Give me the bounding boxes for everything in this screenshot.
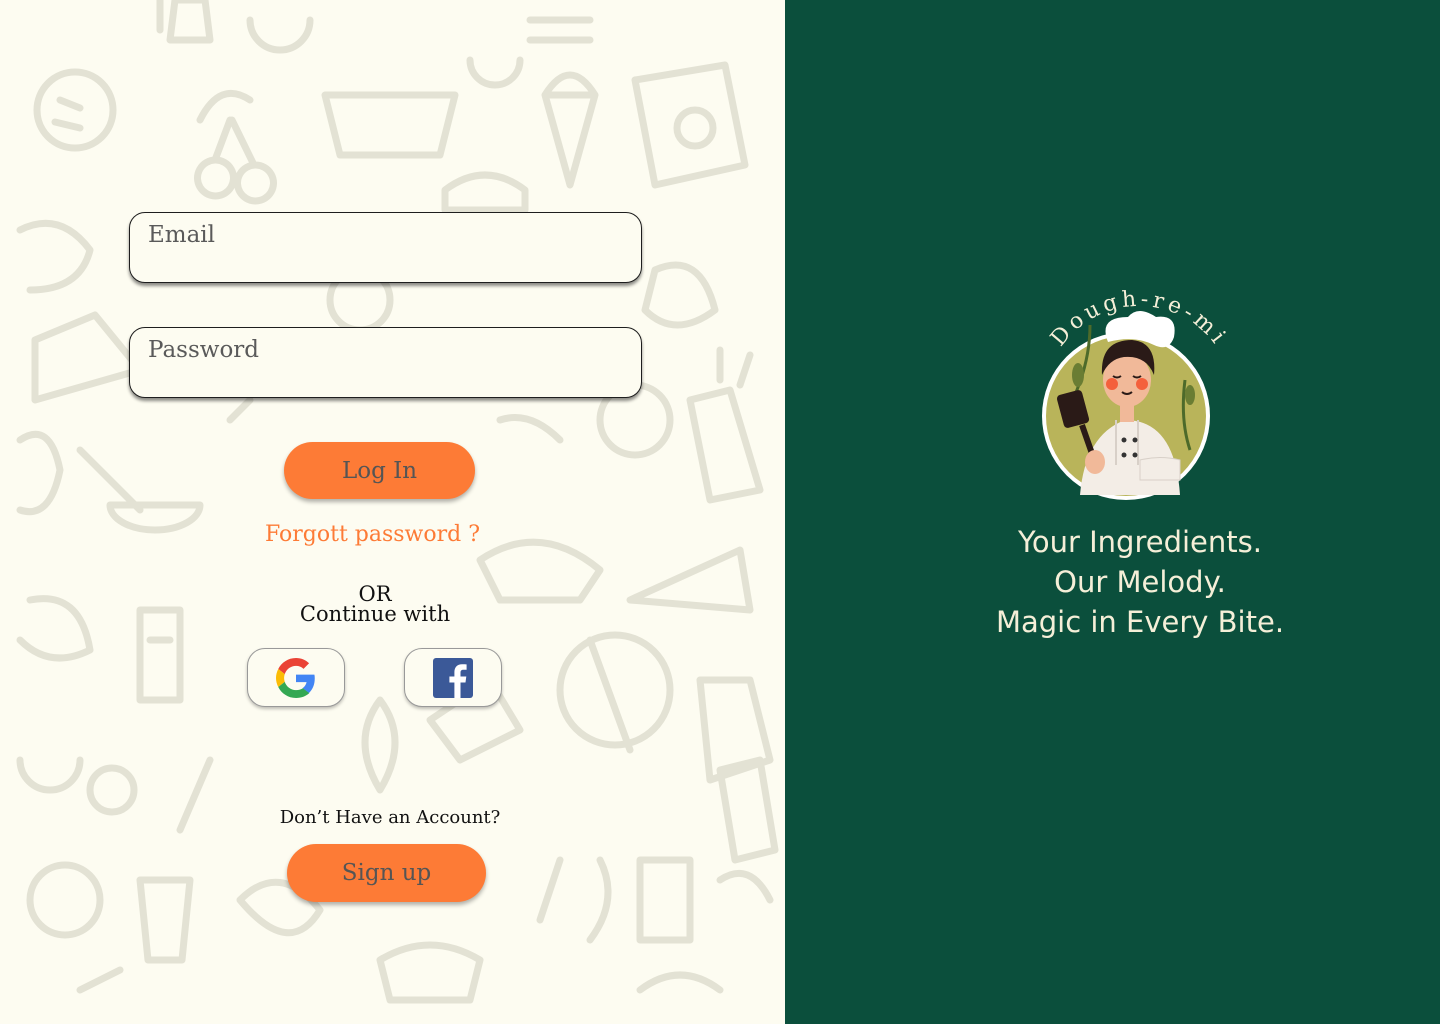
email-field[interactable]: [129, 212, 642, 283]
tagline-line-2: Our Melody.: [1054, 565, 1226, 599]
password-field[interactable]: [129, 327, 642, 398]
tagline-line-3: Magic in Every Bite.: [995, 605, 1285, 639]
brand-tagline: Your Ingredients. Our Melody. Magic in E…: [940, 522, 1340, 642]
continue-with-label: Continue with: [299, 602, 451, 626]
facebook-login-button[interactable]: [404, 648, 502, 707]
facebook-icon: [433, 657, 473, 698]
no-account-label: Don’t Have an Account?: [279, 807, 501, 828]
email-input[interactable]: [130, 213, 641, 282]
brand-panel: [785, 0, 1440, 1024]
password-input[interactable]: [130, 328, 641, 397]
login-panel: Log In Forgott password ? OR Continue wi…: [0, 0, 785, 1024]
signup-button[interactable]: Sign up: [287, 844, 486, 902]
or-divider: OR Continue with: [290, 582, 460, 626]
tagline-line-1: Your Ingredients.: [1018, 525, 1262, 559]
forgot-password-link[interactable]: Forgott password ?: [260, 522, 485, 547]
google-login-button[interactable]: [247, 648, 345, 707]
brand-logo: Dough-re-mi: [1042, 287, 1228, 500]
or-label: OR: [358, 582, 392, 606]
google-icon: [276, 657, 315, 698]
login-button[interactable]: Log In: [284, 442, 475, 499]
